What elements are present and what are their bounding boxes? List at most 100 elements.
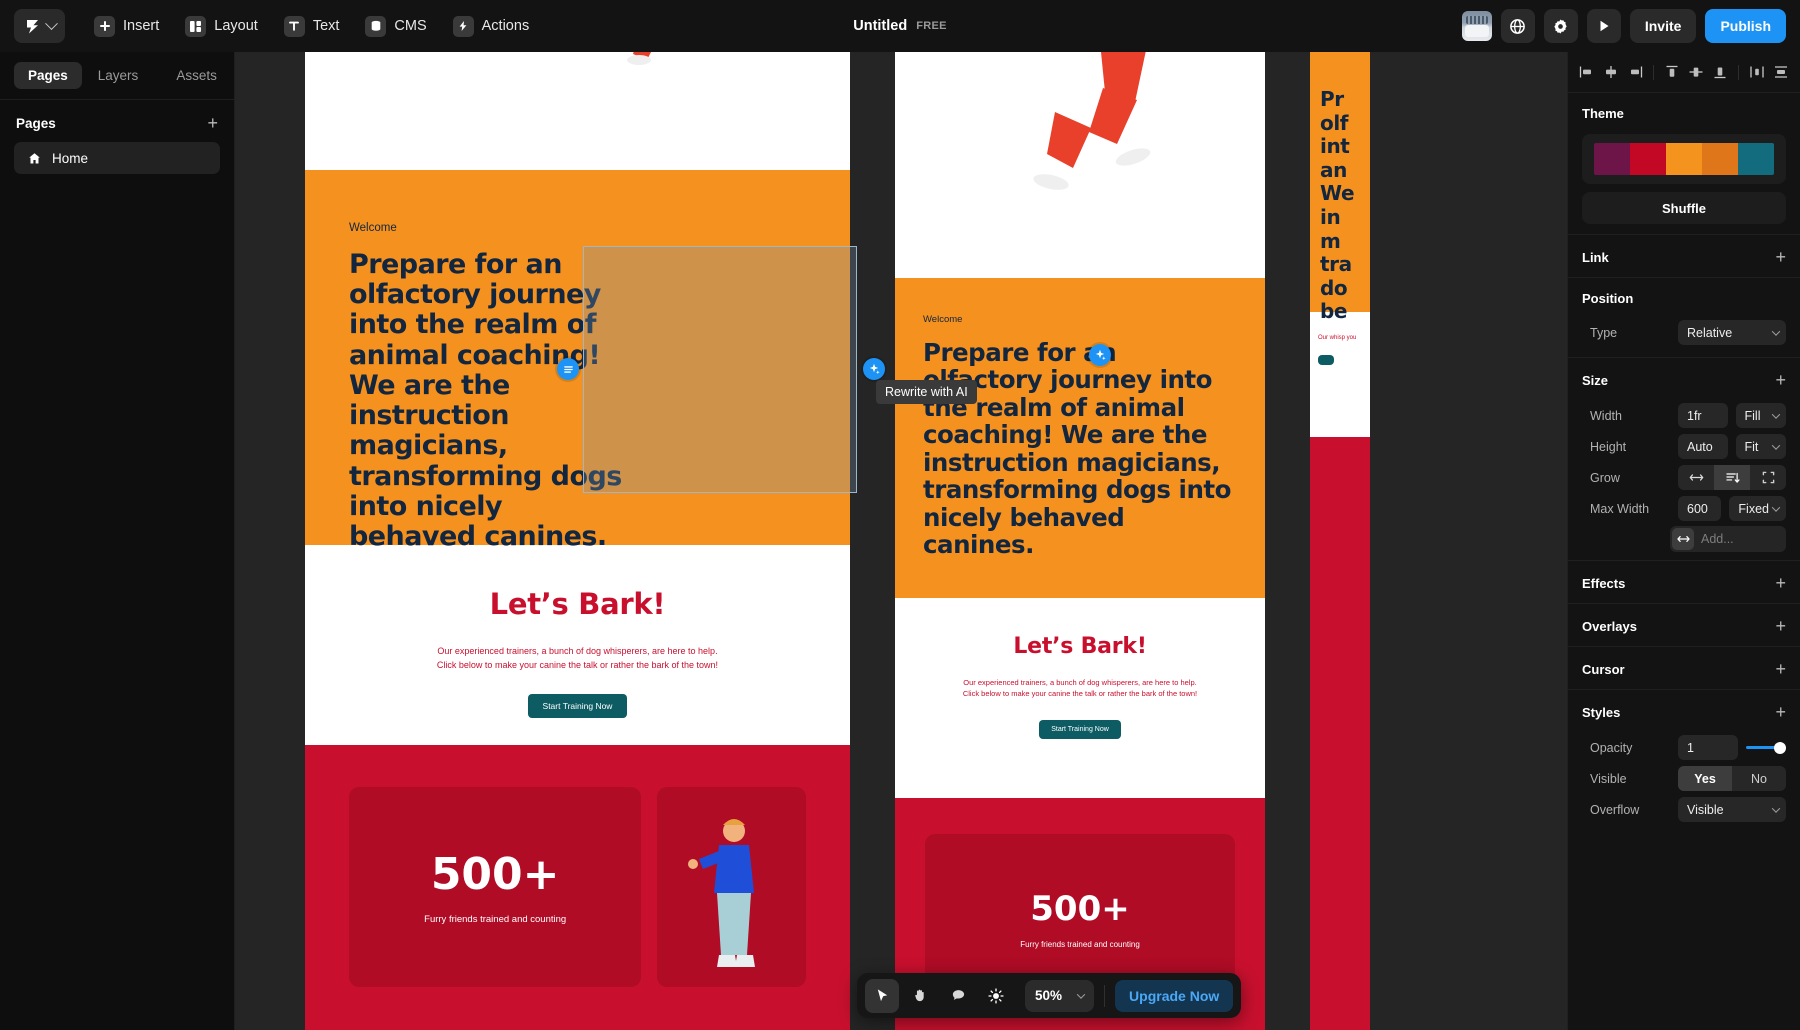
align-center-horizontal-icon[interactable] — [1600, 61, 1622, 83]
grow-vertical-icon[interactable] — [1714, 465, 1750, 490]
sun-brightness-icon[interactable] — [979, 979, 1013, 1013]
menu-item-actions[interactable]: Actions — [442, 9, 541, 43]
design-canvas[interactable]: Welcome Prepare for an olfactory journey… — [235, 52, 1567, 1030]
height-input[interactable]: Auto — [1678, 434, 1728, 459]
visible-row: Visible Yes No — [1568, 763, 1800, 794]
width-mode-select[interactable]: Fill — [1735, 403, 1786, 428]
theme-swatch-2[interactable] — [1630, 143, 1666, 175]
overlays-title: Overlays — [1582, 618, 1637, 634]
avatar[interactable] — [1461, 11, 1492, 41]
tab-assets[interactable]: Assets — [162, 62, 231, 89]
bark-paragraph[interactable]: Our experienced trainers, a bunch of dog… — [960, 677, 1200, 700]
theme-swatch-3[interactable] — [1666, 143, 1702, 175]
align-top-icon[interactable] — [1661, 61, 1683, 83]
effects-title: Effects — [1582, 575, 1626, 591]
width-input[interactable]: 1fr — [1678, 403, 1728, 428]
sparkle-ai-icon[interactable] — [863, 358, 885, 380]
invite-button[interactable]: Invite — [1629, 9, 1697, 43]
artboard-tablet[interactable]: Welcome Prepare for an olfactory journey… — [895, 52, 1265, 1030]
bark-paragraph[interactable]: Our whisp you — [1318, 334, 1370, 343]
add-cursor-button[interactable]: + — [1775, 660, 1786, 678]
hamburger-handle-icon[interactable] — [557, 358, 579, 380]
size-add-field[interactable]: Add... — [1670, 526, 1786, 552]
align-right-icon[interactable] — [1624, 61, 1646, 83]
layout-grid-icon — [185, 15, 207, 37]
position-type-select[interactable]: Relative — [1678, 320, 1786, 345]
bark-heading[interactable]: Let’s Bark! — [345, 587, 810, 621]
bark-paragraph[interactable]: Our experienced trainers, a bunch of dog… — [428, 645, 728, 672]
tab-layers[interactable]: Layers — [84, 62, 153, 89]
hand-icon[interactable] — [903, 979, 937, 1013]
globe-icon[interactable] — [1500, 9, 1535, 43]
link-section-header: Link + — [1568, 235, 1800, 277]
distribute-vertical-icon[interactable] — [1770, 61, 1792, 83]
menu-item-layout[interactable]: Layout — [174, 9, 269, 43]
grow-both-icon[interactable] — [1750, 465, 1786, 490]
sidebar-item-home[interactable]: Home — [14, 142, 220, 174]
height-mode-select[interactable]: Fit — [1735, 434, 1786, 459]
upgrade-now-button[interactable]: Upgrade Now — [1115, 979, 1234, 1012]
add-page-button[interactable]: + — [207, 114, 218, 132]
theme-swatch-1[interactable] — [1594, 143, 1630, 175]
overflow-select[interactable]: Visible — [1678, 797, 1786, 822]
theme-swatch-5[interactable] — [1738, 143, 1774, 175]
shuffle-button[interactable]: Shuffle — [1582, 192, 1786, 224]
maxwidth-row: Max Width 600 Fixed — [1568, 493, 1800, 524]
link-title: Link — [1582, 249, 1609, 265]
alignment-toolbar — [1568, 52, 1800, 92]
gear-icon[interactable] — [1543, 9, 1578, 43]
visible-no-option[interactable]: No — [1732, 766, 1786, 791]
sparkle-ai-icon-secondary[interactable] — [1089, 344, 1111, 366]
tab-pages[interactable]: Pages — [14, 62, 82, 89]
stat-number: 500+ — [1030, 889, 1130, 929]
add-style-button[interactable]: + — [1775, 703, 1786, 721]
align-middle-vertical-icon[interactable] — [1685, 61, 1707, 83]
app-logo-icon — [24, 18, 41, 35]
play-icon[interactable] — [1586, 9, 1621, 43]
add-size-button[interactable]: + — [1775, 371, 1786, 389]
position-type-value: Relative — [1687, 325, 1733, 340]
rewrite-with-ai-tooltip: Rewrite with AI — [876, 380, 977, 404]
artboard-mobile[interactable]: Pr olf int an We in m tra do be Our whis… — [1310, 52, 1370, 1030]
menu-item-cms[interactable]: CMS — [354, 9, 437, 43]
hero-heading[interactable]: Pr olf int an We in m tra do be — [1320, 88, 1360, 324]
artboard-desktop[interactable]: Welcome Prepare for an olfactory journey… — [305, 52, 850, 1030]
theme-swatch-4[interactable] — [1702, 143, 1738, 175]
stat-illustration-card[interactable] — [657, 787, 806, 987]
opacity-slider-knob[interactable] — [1774, 741, 1786, 754]
top-right-actions: Invite Publish — [1461, 9, 1786, 43]
start-training-button[interactable] — [1318, 355, 1334, 365]
visible-yes-option[interactable]: Yes — [1678, 766, 1732, 791]
menu-item-text[interactable]: Text — [273, 9, 351, 43]
align-left-icon[interactable] — [1576, 61, 1598, 83]
maxwidth-mode-select[interactable]: Fixed — [1729, 496, 1786, 521]
start-training-button[interactable]: Start Training Now — [527, 694, 628, 718]
start-training-button[interactable]: Start Training Now — [1039, 719, 1121, 739]
app-logo-button[interactable] — [14, 9, 65, 43]
database-icon — [365, 15, 387, 37]
publish-button[interactable]: Publish — [1705, 9, 1786, 43]
cursor-arrow-icon[interactable] — [865, 978, 899, 1013]
overflow-row: Overflow Visible — [1568, 794, 1800, 825]
hero-heading[interactable]: Prepare for an olfactory journey into th… — [923, 339, 1237, 559]
opacity-slider[interactable] — [1746, 735, 1786, 760]
add-overlay-button[interactable]: + — [1775, 617, 1786, 635]
add-link-button[interactable]: + — [1775, 248, 1786, 266]
add-effect-button[interactable]: + — [1775, 574, 1786, 592]
zoom-select[interactable]: 50% — [1025, 979, 1095, 1012]
arrows-horizontal-icon — [1672, 528, 1694, 550]
theme-swatch-group[interactable] — [1582, 134, 1786, 184]
stats-section-desktop: 500+ Furry friends trained and counting — [305, 745, 850, 1030]
stat-card[interactable]: 500+ Furry friends trained and counting — [349, 787, 642, 987]
bark-heading[interactable]: Let’s Bark! — [925, 634, 1235, 659]
styles-section-header: Styles + — [1568, 690, 1800, 732]
selection-box[interactable] — [583, 246, 857, 493]
opacity-input[interactable]: 1 — [1678, 735, 1738, 760]
maxwidth-input[interactable]: 600 — [1678, 496, 1722, 521]
align-bottom-icon[interactable] — [1709, 61, 1731, 83]
menu-item-insert[interactable]: Insert — [83, 9, 170, 43]
menu-item-label: Text — [312, 18, 340, 34]
comment-bubble-icon[interactable] — [941, 979, 975, 1013]
distribute-horizontal-icon[interactable] — [1746, 61, 1768, 83]
grow-horizontal-icon[interactable] — [1678, 465, 1714, 490]
